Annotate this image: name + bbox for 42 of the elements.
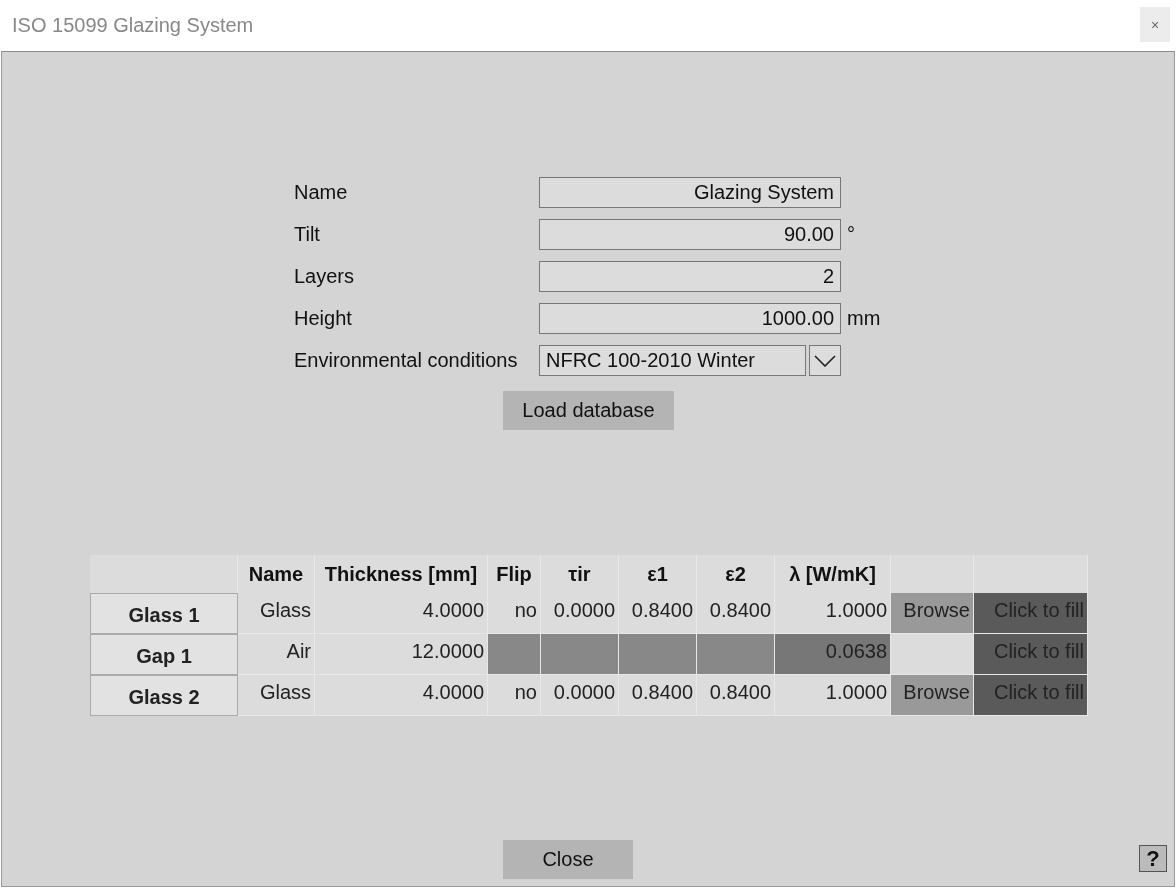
help-button[interactable]: ?: [1139, 845, 1167, 872]
column-header: ε2: [697, 555, 775, 593]
table-cell: 0.8400: [697, 675, 775, 716]
field-label: Name: [294, 181, 349, 204]
chevron-down-icon: [814, 354, 836, 367]
table-cell: 4.0000: [315, 675, 488, 716]
field-label: Layers: [294, 265, 356, 288]
column-header: τir: [541, 555, 619, 593]
browse-button[interactable]: Browse: [891, 675, 974, 716]
unit-label: mm: [846, 307, 882, 330]
column-header: Name: [238, 555, 315, 593]
input-field[interactable]: 2: [539, 261, 841, 292]
field-label: Tilt: [294, 223, 321, 246]
row-header[interactable]: Glass 1: [90, 593, 238, 634]
close-button[interactable]: Close: [503, 840, 633, 879]
dropdown-field[interactable]: NFRC 100-2010 Winter: [539, 345, 806, 376]
table-cell: 0.8400: [619, 675, 697, 716]
column-header: Thickness [mm]: [315, 555, 488, 593]
close-button[interactable]: ×: [1140, 7, 1170, 42]
unit-label: °: [846, 223, 856, 246]
table-cell: 0.0000: [541, 675, 619, 716]
input-field[interactable]: 1000.00: [539, 303, 841, 334]
browse-button[interactable]: Browse: [891, 593, 974, 634]
column-header: ε1: [619, 555, 697, 593]
row-header[interactable]: Glass 2: [90, 675, 238, 716]
column-header: Flip: [488, 555, 541, 593]
column-header: λ [W/mK]: [775, 555, 891, 593]
input-field[interactable]: Glazing System: [539, 177, 841, 208]
table-cell: no: [488, 675, 541, 716]
table-cell: 4.0000: [315, 593, 488, 634]
load-database-button[interactable]: Load database: [503, 391, 674, 430]
table-cell: Glass: [238, 593, 315, 634]
table-cell: Glass: [238, 675, 315, 716]
disabled-cell: [488, 634, 541, 675]
input-field[interactable]: 90.00: [539, 219, 841, 250]
dropdown-button[interactable]: [809, 345, 841, 376]
table-cell: 0.0638: [775, 634, 891, 675]
table-cell: Air: [238, 634, 315, 675]
field-label: Environmental conditions: [294, 349, 519, 372]
field-label: Height: [294, 307, 353, 330]
row-header[interactable]: Gap 1: [90, 634, 238, 675]
window-title: ISO 15099 Glazing System: [12, 14, 254, 37]
